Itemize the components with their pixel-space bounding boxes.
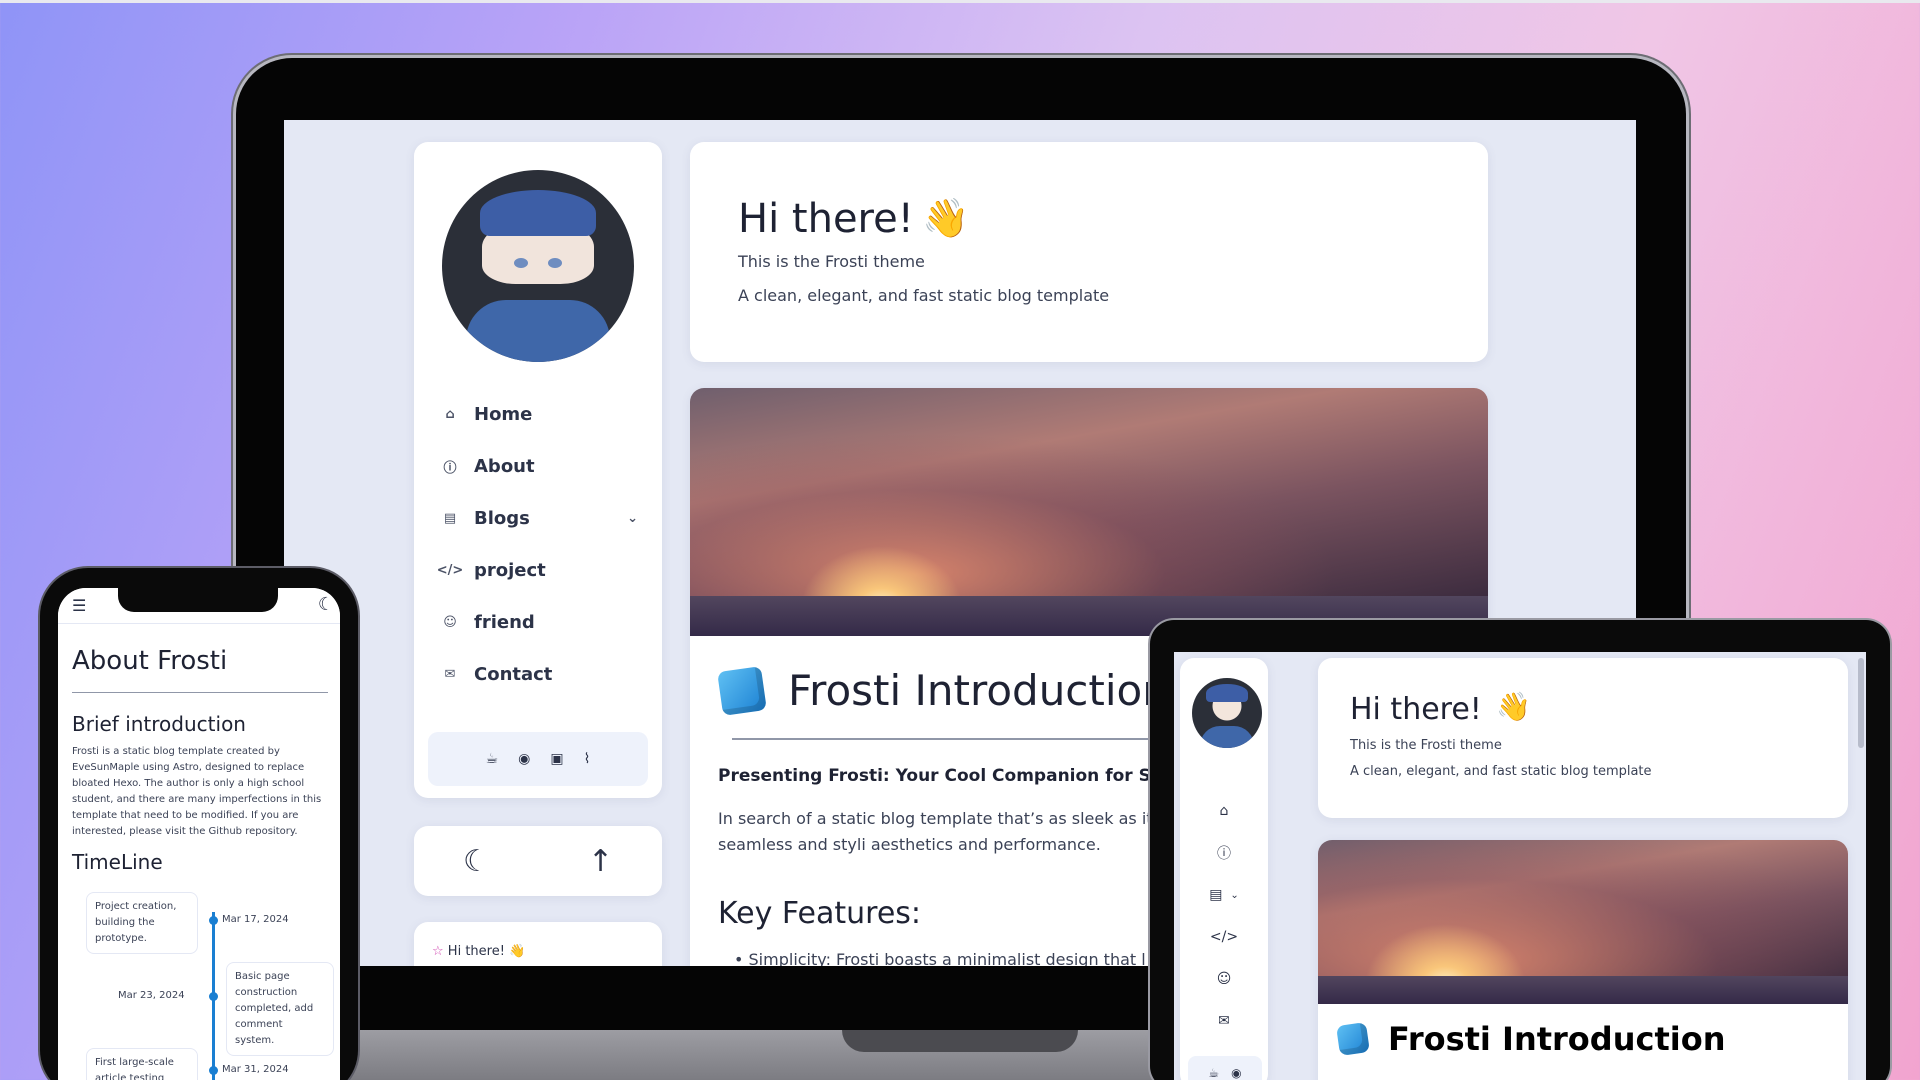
- mail-icon: ✉: [444, 666, 456, 682]
- tablet-post-card[interactable]: Frosti Introduction: [1318, 840, 1848, 1080]
- timeline-date: Mar 17, 2024: [222, 914, 289, 925]
- mail-icon[interactable]: ✉: [1180, 1000, 1268, 1042]
- info-icon[interactable]: ⓘ: [1180, 832, 1268, 874]
- hero-description: A clean, elegant, and fast static blog t…: [1350, 764, 1652, 779]
- page-title: About Frosti: [72, 646, 228, 676]
- moon-icon[interactable]: ☾: [318, 594, 334, 615]
- timeline-dot: [209, 1066, 218, 1075]
- phone-notch: [118, 588, 278, 612]
- hero-title: Hi there!: [738, 196, 914, 242]
- users-icon[interactable]: ☺: [1180, 958, 1268, 1000]
- brief-text: Frosti is a static blog template created…: [72, 746, 322, 837]
- timeline-dot: [209, 992, 218, 1001]
- users-icon: ☺: [443, 614, 457, 630]
- phone-header: ☰ ☾: [58, 588, 340, 624]
- avatar[interactable]: [1192, 678, 1262, 748]
- timeline-item: Basic page construction completed, add c…: [226, 962, 334, 1056]
- action-card: ☾ ↑: [414, 826, 662, 896]
- post-title[interactable]: Frosti Introduction: [788, 666, 1169, 715]
- post-bullet: • Simplicity: Frosti boasts a minimalist…: [734, 950, 1146, 966]
- star-icon: ☆: [432, 944, 444, 959]
- nav-contact[interactable]: ✉ Contact: [442, 648, 638, 700]
- hero-card: Hi there! 👋 This is the Frosti theme A c…: [690, 142, 1488, 362]
- nav-home[interactable]: ⌂ Home: [442, 388, 638, 440]
- sidebar: ⌂ Home ⓘ About ▤ Blogs ⌄ </> project ☺ friend …: [414, 142, 662, 798]
- github-icon[interactable]: ◉: [518, 751, 530, 767]
- coffee-icon[interactable]: ☕: [486, 751, 499, 767]
- timeline-item: Project creation, building the prototype…: [86, 892, 198, 954]
- nav-blogs[interactable]: ▤ Blogs ⌄: [442, 492, 638, 544]
- github-icon[interactable]: ◉: [1231, 1066, 1241, 1080]
- tablet-sidebar: ⌂ ⓘ ▤ ⌄ </> ☺ ✉ ☕ ◉: [1180, 658, 1268, 1080]
- social-links: ☕ ◉ ▣ ⌇: [428, 732, 648, 786]
- moon-icon[interactable]: ☾: [463, 844, 490, 879]
- code-icon: </>: [436, 562, 464, 578]
- tablet-hero-card: Hi there! 👋 This is the Frosti theme A c…: [1318, 658, 1848, 818]
- divider: [72, 692, 328, 693]
- hero-subtitle: This is the Frosti theme: [738, 252, 925, 271]
- brief-heading: Brief introduction: [72, 712, 246, 736]
- code-icon[interactable]: </>: [1180, 916, 1268, 958]
- mini-hello-card: ☆ Hi there! 👋: [414, 922, 662, 966]
- info-icon: ⓘ: [443, 460, 457, 476]
- post-title[interactable]: Frosti Introduction: [1388, 1020, 1725, 1058]
- coffee-icon[interactable]: ☕: [1208, 1066, 1219, 1080]
- chevron-down-icon[interactable]: ⌄: [627, 511, 638, 526]
- timeline-item: First large-scale article testing: [86, 1048, 198, 1080]
- nav-menu: ⌂ Home ⓘ About ▤ Blogs ⌄ </> project ☺ friend …: [436, 388, 638, 700]
- home-icon[interactable]: ⌂: [1180, 790, 1268, 832]
- timeline-dot: [209, 916, 218, 925]
- book-icon[interactable]: ▤ ⌄: [1180, 874, 1268, 916]
- book-icon: ▤: [443, 510, 457, 526]
- post-cover-image[interactable]: [1318, 840, 1848, 1004]
- bilibili-icon[interactable]: ▣: [550, 751, 563, 767]
- nav-friend[interactable]: ☺ friend: [442, 596, 638, 648]
- social-links: ☕ ◉: [1188, 1056, 1262, 1080]
- cube-icon: [717, 665, 767, 716]
- nav-about[interactable]: ⓘ About: [442, 440, 638, 492]
- arrow-up-icon[interactable]: ↑: [588, 844, 613, 879]
- menu-icon[interactable]: ☰: [72, 596, 86, 615]
- cube-icon: [1336, 1022, 1370, 1056]
- timeline-heading: TimeLine: [72, 850, 163, 874]
- post-cover-image[interactable]: [690, 388, 1488, 636]
- hero-subtitle: This is the Frosti theme: [1350, 738, 1502, 753]
- nav-project[interactable]: </> project: [436, 544, 638, 596]
- tablet-screen: ⌂ ⓘ ▤ ⌄ </> ☺ ✉ ☕ ◉ Hi there! 👋 This is …: [1174, 652, 1866, 1080]
- post-lead: Presenting Frosti: Your Cool Companion f…: [718, 766, 1195, 786]
- top-border: [0, 0, 1920, 3]
- laptop-notch: [842, 1030, 1078, 1052]
- home-icon: ⌂: [445, 406, 455, 422]
- hero-title: Hi there!: [1350, 692, 1482, 727]
- hero-description: A clean, elegant, and fast static blog t…: [738, 286, 1110, 305]
- rss-icon[interactable]: ⌇: [584, 751, 591, 767]
- post-heading: Key Features:: [718, 896, 922, 931]
- wave-icon: 👋: [1496, 690, 1531, 723]
- scrollbar[interactable]: [1858, 658, 1864, 748]
- mini-hello-text: Hi there!: [447, 944, 505, 959]
- phone-screen: ☰ ☾ About Frosti Brief introduction Fros…: [58, 588, 340, 1080]
- timeline-date: Mar 23, 2024: [118, 990, 185, 1001]
- avatar[interactable]: [442, 170, 634, 362]
- timeline-date: Mar 31, 2024: [222, 1064, 289, 1075]
- chevron-down-icon[interactable]: ⌄: [1230, 890, 1238, 901]
- wave-icon: 👋: [922, 196, 970, 240]
